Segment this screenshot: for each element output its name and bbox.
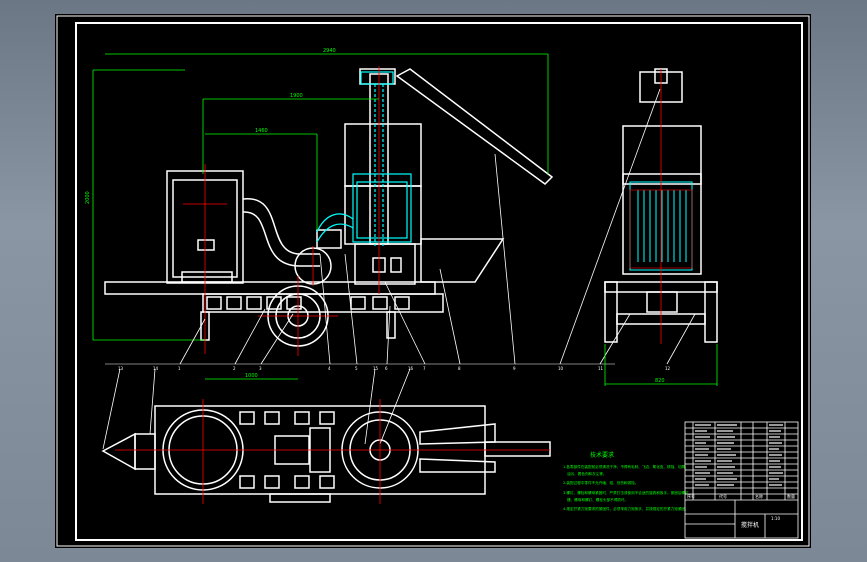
bom-header-cell: 序号 [687,493,695,499]
dim-side-width: 820 [655,378,665,384]
dim-upper-span: 1900 [290,93,303,99]
callout-label: 9 [513,366,516,371]
bom-header-cell: 数量 [787,493,795,499]
bom-header-cell: 名称 [755,493,763,499]
top-view [101,405,551,503]
callout-label: 15 [373,366,379,371]
side-tank-top [622,125,702,185]
callout-label: 3 [259,366,262,371]
callout-label: 16 [408,366,414,371]
callout-label: 4 [328,366,331,371]
assembly-drawing: 2940 1900 1460 2000 1000 1 2 3 4 5 6 7 8… [56,15,810,547]
dim-height: 2000 [85,191,91,204]
leader-lines [102,88,696,450]
side-wheel-right [704,281,718,343]
auger-head [359,68,396,85]
callout-label: 6 [385,366,388,371]
drawing-name: 搅拌机 [741,521,759,529]
callout-label: 11 [598,366,604,371]
tech-req-title: 技术要求 [590,451,614,459]
front-view [104,68,554,347]
callout-label: 12 [665,366,671,371]
title-block [684,421,799,539]
callout-label: 2 [233,366,236,371]
callout-label: 14 [153,366,159,371]
dim-lower-span: 1000 [245,373,258,379]
bom-header-cell: 代号 [719,493,727,499]
dim-mid-span: 1460 [255,128,268,134]
tech-req-line: 3.螺钉、螺栓和螺母紧固时，严禁打击或使用不合适的旋具和扳手。紧固后螺钉 [563,490,689,495]
discharge-chute [420,238,505,283]
callout-label: 8 [458,366,461,371]
tech-req-line: 2.装配过程中零件不允许磕、碰、划伤和锈蚀。 [563,480,638,485]
cad-viewport[interactable]: 2940 1900 1460 2000 1000 1 2 3 4 5 6 7 8… [55,14,811,548]
top-wheel [269,493,331,503]
dimensions-front [92,53,549,380]
side-wheel-left [604,281,618,343]
hitch [101,432,136,471]
tech-req-line: 4.规定拧紧力矩要求的紧固件，必须采用力矩扳手，并按规定的拧紧力矩紧固。 [563,506,689,511]
tech-req-line: 1.各零部件在装配前必须清洗干净，不得有毛刺、飞边、氧化皮、锈蚀、切屑、 [563,464,689,469]
tech-requirements: 技术要求 1.各零部件在装配前必须清洗干净，不得有毛刺、飞边、氧化皮、锈蚀、切屑… [563,451,689,511]
drawing-scale: 1:10 [771,516,780,521]
callout-label: 1 [178,366,181,371]
callout-label: 13 [118,366,124,371]
callout-numbers-top: 13 14 15 16 [118,366,414,371]
hidden-lines-front [316,71,412,246]
side-redlines [629,69,693,344]
top-conveyor [484,441,551,457]
callout-label: 10 [558,366,564,371]
tech-req-line: 油污、着色剂和灰尘等。 [567,471,607,476]
callout-label: 5 [355,366,358,371]
dim-overall-length: 2940 [323,48,336,54]
tech-req-line: 槽、螺母和螺钉、螺栓头部不得损坏。 [567,497,628,502]
callout-numbers: 1 2 3 4 5 6 7 8 9 10 11 12 [178,366,671,371]
callout-label: 7 [423,366,426,371]
